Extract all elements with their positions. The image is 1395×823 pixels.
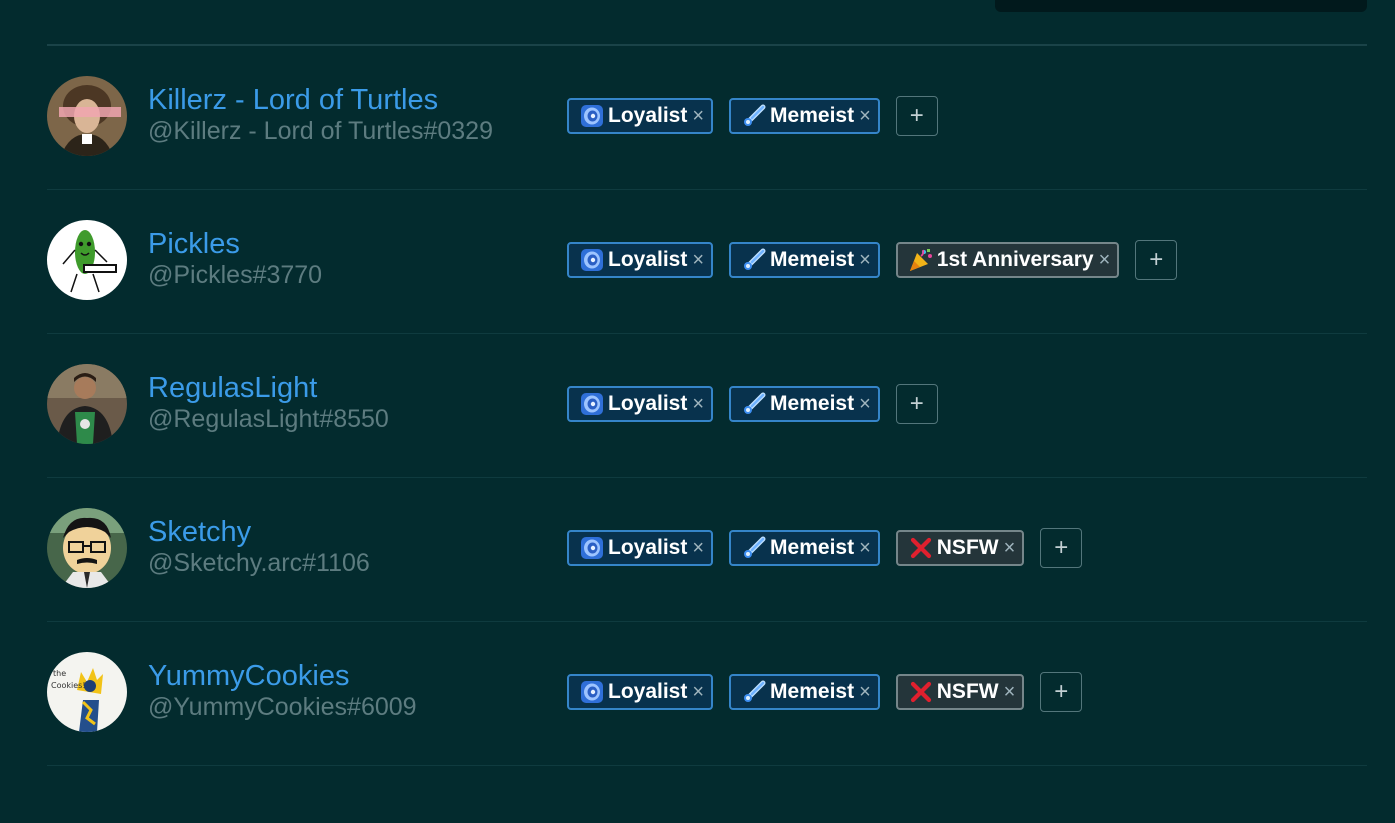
role-tag-label: NSFW — [936, 536, 999, 559]
remove-role-icon[interactable]: × — [859, 537, 871, 560]
role-tag: Loyalist × — [567, 386, 714, 422]
role-tag: Loyalist × — [567, 98, 714, 134]
user-handle: @Sketchy.arc#1106 — [148, 549, 370, 577]
role-tag-label: Loyalist — [608, 680, 688, 703]
galaxy-icon — [579, 535, 605, 561]
svg-text:the: the — [53, 669, 66, 678]
remove-role-icon[interactable]: × — [692, 681, 704, 704]
role-tag-label: Memeist — [770, 104, 855, 127]
add-role-button[interactable]: + — [895, 384, 938, 424]
role-tag-label: Memeist — [770, 248, 855, 271]
remove-role-icon[interactable]: × — [859, 105, 871, 128]
remove-role-icon[interactable]: × — [692, 537, 704, 560]
role-tag: Memeist × — [729, 98, 880, 134]
role-tag: Memeist × — [729, 386, 880, 422]
display-name[interactable]: Killerz - Lord of Turtles — [148, 84, 493, 116]
remove-role-icon[interactable]: × — [1004, 681, 1016, 704]
member-names: Pickles @Pickles#3770 — [148, 228, 322, 290]
galaxy-icon — [579, 103, 605, 129]
role-tag: NSFW × — [895, 674, 1025, 710]
display-name[interactable]: YummyCookies — [148, 660, 417, 692]
role-tag: Loyalist × — [567, 674, 714, 710]
add-role-button[interactable]: + — [1040, 672, 1083, 712]
comet-icon — [741, 679, 767, 705]
comet-icon — [741, 247, 767, 273]
display-name[interactable]: Pickles — [148, 228, 322, 260]
avatar[interactable] — [47, 76, 127, 156]
avatar[interactable] — [47, 364, 127, 444]
role-tags: Loyalist × Memeist × NSFW × + — [567, 672, 1083, 712]
member-row: Pickles @Pickles#3770 Loyalist × Memeist × 1st… — [47, 190, 1367, 334]
remove-role-icon[interactable]: × — [692, 105, 704, 128]
role-tags: Loyalist × Memeist × NSFW × + — [567, 528, 1083, 568]
remove-role-icon[interactable]: × — [1004, 537, 1016, 560]
galaxy-icon — [579, 391, 605, 417]
remove-role-icon[interactable]: × — [859, 249, 871, 272]
user-handle: @RegulasLight#8550 — [148, 405, 389, 433]
member-names: YummyCookies @YummyCookies#6009 — [148, 660, 417, 722]
remove-role-icon[interactable]: × — [692, 393, 704, 416]
role-tag-label: Memeist — [770, 392, 855, 415]
display-name[interactable]: RegulasLight — [148, 372, 389, 404]
galaxy-icon — [579, 679, 605, 705]
role-tag-label: Loyalist — [608, 104, 688, 127]
red-cross-icon — [908, 535, 934, 561]
member-row: Sketchy @Sketchy.arc#1106 Loyalist × Memeist… — [47, 478, 1367, 622]
avatar[interactable] — [47, 508, 127, 588]
remove-role-icon[interactable]: × — [859, 681, 871, 704]
role-tag: Loyalist × — [567, 530, 714, 566]
member-row: Killerz - Lord of Turtles @Killerz - Lord… — [47, 46, 1367, 190]
svg-text:Cookies!: Cookies! — [51, 681, 86, 690]
comet-icon — [741, 103, 767, 129]
role-tag-label: Memeist — [770, 680, 855, 703]
member-list: Killerz - Lord of Turtles @Killerz - Lord… — [47, 46, 1367, 766]
role-tag-label: NSFW — [936, 680, 999, 703]
add-role-button[interactable]: + — [895, 96, 938, 136]
role-tag: Memeist × — [729, 530, 880, 566]
role-tag-label: Memeist — [770, 536, 855, 559]
avatar[interactable]: the Cookies! — [47, 652, 127, 732]
role-tags: Loyalist × Memeist × 1st Anniversary × + — [567, 240, 1178, 280]
red-cross-icon — [908, 679, 934, 705]
role-tag: NSFW × — [895, 530, 1025, 566]
member-names: Sketchy @Sketchy.arc#1106 — [148, 516, 370, 578]
add-role-button[interactable]: + — [1135, 240, 1178, 280]
add-role-button[interactable]: + — [1040, 528, 1083, 568]
remove-role-icon[interactable]: × — [1099, 249, 1111, 272]
comet-icon — [741, 391, 767, 417]
user-handle: @YummyCookies#6009 — [148, 693, 417, 721]
role-tag: Memeist × — [729, 242, 880, 278]
search-bar[interactable] — [995, 0, 1367, 12]
display-name[interactable]: Sketchy — [148, 516, 370, 548]
role-tag-label: 1st Anniversary — [936, 248, 1094, 271]
role-tag-label: Loyalist — [608, 536, 688, 559]
user-handle: @Pickles#3770 — [148, 261, 323, 289]
member-names: RegulasLight @RegulasLight#8550 — [148, 372, 389, 434]
role-tags: Loyalist × Memeist × + — [567, 384, 938, 424]
user-handle: @Killerz - Lord of Turtles#0329 — [148, 117, 493, 145]
galaxy-icon — [579, 247, 605, 273]
role-tag-label: Loyalist — [608, 392, 688, 415]
role-tag: Memeist × — [729, 674, 880, 710]
member-names: Killerz - Lord of Turtles @Killerz - Lord… — [148, 84, 493, 146]
member-row: the Cookies! YummyCookies @YummyCookies#600… — [47, 622, 1367, 766]
party-popper-icon — [908, 247, 934, 273]
comet-icon — [741, 535, 767, 561]
role-tag: 1st Anniversary × — [895, 242, 1120, 278]
avatar[interactable] — [47, 220, 127, 300]
role-tag-label: Loyalist — [608, 248, 688, 271]
member-row: RegulasLight @RegulasLight#8550 Loyalist × M… — [47, 334, 1367, 478]
remove-role-icon[interactable]: × — [692, 249, 704, 272]
remove-role-icon[interactable]: × — [859, 393, 871, 416]
role-tag: Loyalist × — [567, 242, 714, 278]
role-tags: Loyalist × Memeist × + — [567, 96, 938, 136]
